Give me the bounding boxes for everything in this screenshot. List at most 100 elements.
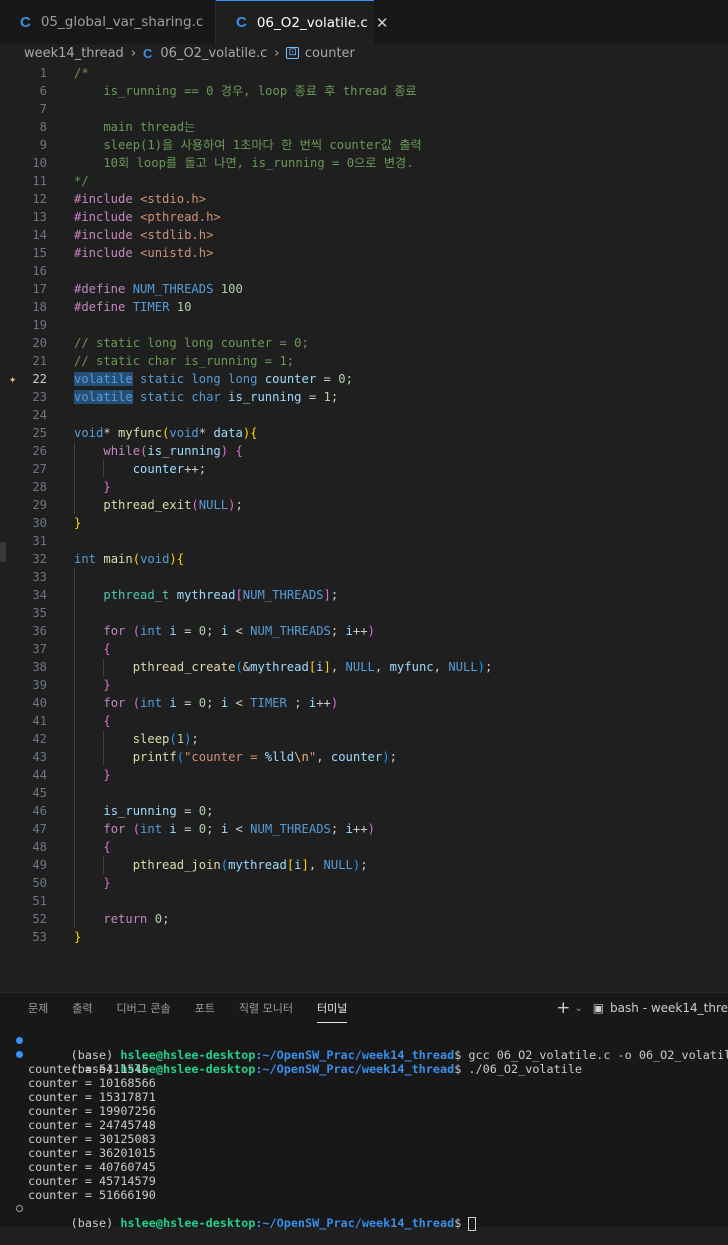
code-line: 49 pthread_join(mythread[i], NULL); xyxy=(0,856,728,874)
line-number: 31 xyxy=(32,534,47,548)
line-number: 14 xyxy=(32,228,47,242)
line-number: 25 xyxy=(32,426,47,440)
code-text: #include <stdio.h> xyxy=(74,192,207,206)
panel-tab-problems[interactable]: 문제 xyxy=(28,993,48,1023)
code-line: 25 void* myfunc(void* data){ xyxy=(0,424,728,442)
code-line: 44 } xyxy=(0,766,728,784)
breadcrumb: week14_thread › C 06_O2_volatile.c › ⊡ c… xyxy=(0,44,728,62)
code-line: 48 { xyxy=(0,838,728,856)
command-status-dot-icon[interactable] xyxy=(16,1037,23,1044)
code-text: int main(void){ xyxy=(74,552,185,566)
line-number: 52 xyxy=(32,912,47,926)
code-text: // static char is_running = 1; xyxy=(74,354,295,368)
terminal-output-line: counter = 10168566 xyxy=(28,1076,156,1090)
code-text: void* myfunc(void* data){ xyxy=(74,426,258,440)
breadcrumb-file[interactable]: 06_O2_volatile.c xyxy=(160,46,267,61)
code-line: 16 xyxy=(0,262,728,280)
code-line: 19 xyxy=(0,316,728,334)
command-status-dot-icon[interactable] xyxy=(16,1051,23,1058)
code-text: pthread_join(mythread[i], NULL); xyxy=(132,858,368,872)
code-line: 24 xyxy=(0,406,728,424)
line-number: 24 xyxy=(32,408,47,422)
c-file-icon: C xyxy=(20,13,31,31)
code-line: 9 sleep(1)을 사용하여 1초마다 한 번씩 counter값 출력 xyxy=(0,136,728,154)
terminal-instance-label[interactable]: bash - week14_thre xyxy=(610,1001,728,1015)
code-text: volatile static char is_running = 1; xyxy=(74,390,339,404)
line-number: 12 xyxy=(32,192,47,206)
terminal-output-line: counter = 19907256 xyxy=(28,1104,156,1118)
code-line: 31 xyxy=(0,532,728,550)
code-line: ✦ 22 volatile static long long counter = 0… xyxy=(0,370,728,388)
terminal-output-line: counter = 24745748 xyxy=(28,1118,156,1132)
code-text: // static long long counter = 0; xyxy=(74,336,309,350)
code-line: 1 /* xyxy=(0,64,728,82)
line-number: 13 xyxy=(32,210,47,224)
line-number: 36 xyxy=(32,624,47,638)
terminal-output-line: counter = 15317871 xyxy=(28,1090,156,1104)
panel-tab-output[interactable]: 출력 xyxy=(72,993,92,1023)
code-text: #include <stdlib.h> xyxy=(74,228,214,242)
indent-guide xyxy=(103,658,105,676)
code-text: for (int i = 0; i < NUM_THREADS; i++) xyxy=(103,624,375,638)
panel-tab-debug-console[interactable]: 디버그 콘솔 xyxy=(117,993,171,1023)
code-text: } xyxy=(103,768,111,782)
code-line: 13 #include <pthread.h> xyxy=(0,208,728,226)
line-number: 29 xyxy=(32,498,47,512)
terminal-prompt-line: (base) hslee@hslee-desktop:~/OpenSW_Prac… xyxy=(0,1202,728,1231)
line-number: 10 xyxy=(32,156,47,170)
line-number: 49 xyxy=(32,858,47,872)
tab-05-global-var-sharing[interactable]: C 05_global_var_sharing.c xyxy=(0,0,216,44)
code-line: 47 for (int i = 0; i < NUM_THREADS; i++) xyxy=(0,820,728,838)
tab-06-o2-volatile[interactable]: C 06_O2_volatile.c ✕ xyxy=(216,0,388,44)
close-icon[interactable]: ✕ xyxy=(376,14,389,32)
line-number: 22 xyxy=(32,372,47,386)
code-text: } xyxy=(74,930,82,944)
line-number: 26 xyxy=(32,444,47,458)
panel-tab-serial-monitor[interactable]: 직렬 모니터 xyxy=(239,993,293,1023)
line-number: 40 xyxy=(32,696,47,710)
indent-guide xyxy=(74,442,75,514)
panel-tab-ports[interactable]: 포트 xyxy=(195,993,215,1023)
terminal-prompt-line: (base) hslee@hslee-desktop:~/OpenSW_Prac… xyxy=(0,1048,728,1076)
code-text: 10회 loop를 돌고 나면, is_running = 0으로 변경. xyxy=(74,156,414,170)
line-number: 50 xyxy=(32,876,47,890)
breadcrumb-folder[interactable]: week14_thread xyxy=(24,46,124,61)
add-terminal-button[interactable]: + xyxy=(556,998,570,1018)
line-number: 18 xyxy=(32,300,47,314)
line-number: 17 xyxy=(32,282,47,296)
indent-guide xyxy=(74,568,75,928)
code-line: 21 // static char is_running = 1; xyxy=(0,352,728,370)
code-text: #include <pthread.h> xyxy=(74,210,221,224)
line-number: 45 xyxy=(32,786,47,800)
line-number: 43 xyxy=(32,750,47,764)
code-line: 42 sleep(1); xyxy=(0,730,728,748)
code-line: 38 pthread_create(&mythread[i], NULL, my… xyxy=(0,658,728,676)
code-text: { xyxy=(103,840,111,854)
terminal-output[interactable]: (base) hslee@hslee-desktop:~/OpenSW_Prac… xyxy=(0,1034,728,1231)
code-line: 11 */ xyxy=(0,172,728,190)
code-line: 40 for (int i = 0; i < TIMER ; i++) xyxy=(0,694,728,712)
code-text: } xyxy=(74,516,82,530)
code-text: { xyxy=(103,714,111,728)
code-line: 27 counter++; xyxy=(0,460,728,478)
chevron-down-icon[interactable]: ⌄ xyxy=(574,1003,582,1014)
terminal-controls: + ⌄ ▣ bash - week14_thre xyxy=(556,993,728,1023)
indent-guide xyxy=(103,856,105,874)
code-editor[interactable]: 1 /* 6 is_running == 0 경우, loop 종료 후 threa… xyxy=(0,62,728,962)
code-line: 34 pthread_t mythread[NUM_THREADS]; xyxy=(0,586,728,604)
chevron-right-icon: › xyxy=(274,45,280,61)
c-file-icon: C xyxy=(236,14,247,31)
code-text: while(is_running) { xyxy=(103,444,243,458)
code-text: #include <unistd.h> xyxy=(74,246,214,260)
terminal-output-line: counter = 36201015 xyxy=(28,1146,156,1160)
editor-tab-bar: C 05_global_var_sharing.c C 06_O2_volati… xyxy=(0,0,728,44)
breadcrumb-symbol[interactable]: counter xyxy=(305,46,355,61)
code-line: 29 pthread_exit(NULL); xyxy=(0,496,728,514)
line-number: 44 xyxy=(32,768,47,782)
code-line: 53} xyxy=(0,928,728,946)
command-status-dot-icon[interactable] xyxy=(16,1205,23,1212)
panel-tab-terminal[interactable]: 터미널 xyxy=(316,993,348,1023)
code-line: 30} xyxy=(0,514,728,532)
line-number: 34 xyxy=(32,588,47,602)
terminal-icon: ▣ xyxy=(592,1001,605,1015)
